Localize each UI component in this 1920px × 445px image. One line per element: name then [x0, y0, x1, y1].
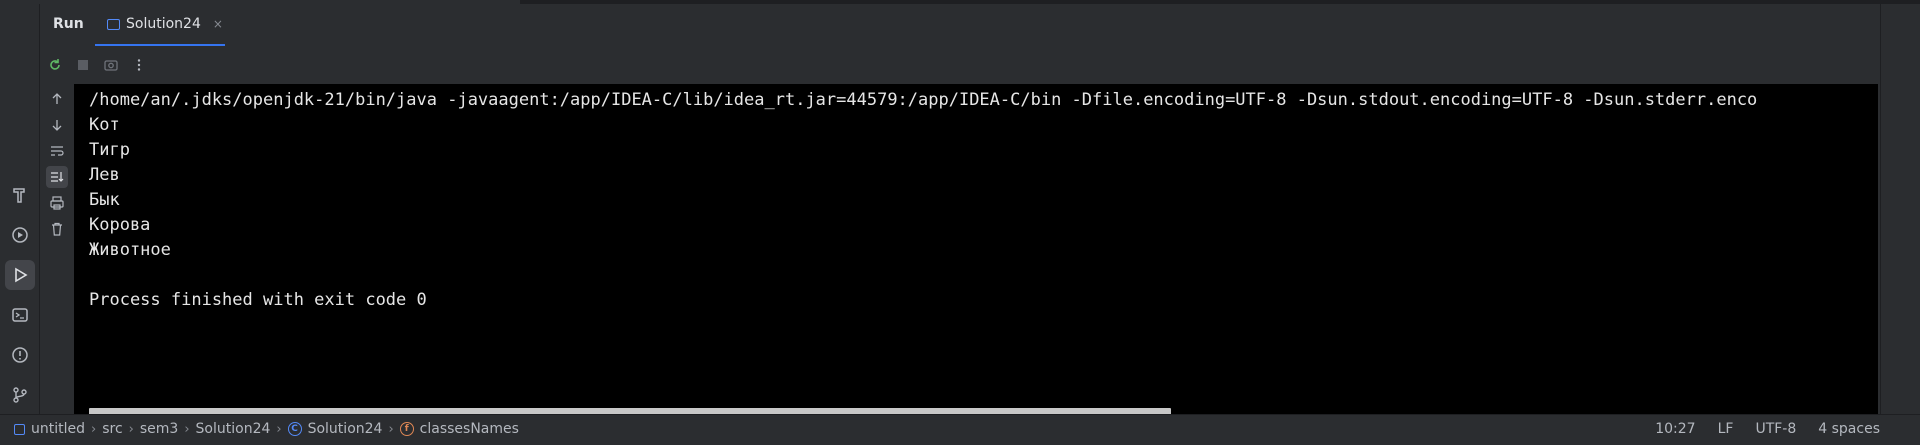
- status-widgets: 10:27 LF UTF-8 4 spaces: [1655, 421, 1880, 437]
- console-line: Животное: [89, 240, 171, 260]
- trash-icon: [52, 222, 62, 236]
- print-button[interactable]: [46, 192, 68, 214]
- breadcrumb-item[interactable]: sem3: [140, 421, 178, 437]
- console-side-actions: [40, 88, 74, 244]
- scroll-to-end-icon: [51, 172, 64, 182]
- services-tool-button[interactable]: [5, 220, 35, 250]
- more-options-icon[interactable]: [130, 56, 148, 74]
- hammer-icon: [13, 188, 25, 203]
- problems-tool-button[interactable]: [5, 340, 35, 370]
- run-header: Run Solution24 ×: [40, 4, 1880, 46]
- application-icon: [107, 18, 120, 30]
- tab-label: Solution24: [126, 16, 201, 32]
- console-line: Кот: [89, 115, 120, 135]
- right-edge-strip: [1880, 4, 1920, 414]
- left-tool-strip: [0, 4, 40, 414]
- print-icon: [50, 196, 64, 210]
- build-tool-button[interactable]: [5, 180, 35, 210]
- arrow-up-icon: [52, 93, 62, 104]
- console-line: Process finished with exit code 0: [89, 290, 427, 310]
- scroll-up-button[interactable]: [46, 88, 68, 110]
- soft-wrap-button[interactable]: [46, 140, 68, 162]
- field-icon: f: [399, 422, 414, 436]
- class-icon: C: [287, 422, 302, 436]
- close-icon[interactable]: ×: [213, 17, 223, 31]
- breadcrumb: untitled › src › sem3 › Solution24 › C S…: [14, 421, 519, 437]
- chevron-right-icon: ›: [184, 421, 190, 437]
- breadcrumb-item[interactable]: classesNames: [420, 421, 519, 437]
- indent-setting[interactable]: 4 spaces: [1818, 421, 1880, 437]
- console-line: Корова: [89, 215, 151, 235]
- arrow-down-icon: [52, 120, 62, 131]
- camera-icon[interactable]: [102, 56, 120, 74]
- terminal-icon: [12, 308, 28, 322]
- rerun-icon[interactable]: [46, 56, 64, 74]
- chevron-right-icon: ›: [91, 421, 97, 437]
- git-branch-icon: [13, 387, 27, 403]
- console-line: /home/an/.jdks/openjdk-21/bin/java -java…: [89, 90, 1758, 110]
- run-icon: [15, 267, 28, 283]
- git-tool-button[interactable]: [5, 380, 35, 410]
- run-panel: Run Solution24 × /home/an/.jdks/openjdk-…: [40, 4, 1880, 418]
- clear-all-button[interactable]: [46, 218, 68, 240]
- run-panel-title: Run: [53, 16, 84, 32]
- file-encoding[interactable]: UTF-8: [1755, 421, 1796, 437]
- problems-icon: [12, 347, 28, 363]
- console-line: Тигр: [89, 140, 130, 160]
- tab-solution24[interactable]: Solution24 ×: [95, 4, 225, 46]
- run-toolbar: [40, 50, 148, 80]
- status-bar: untitled › src › sem3 › Solution24 › C S…: [0, 414, 1920, 445]
- console-line: Бык: [89, 190, 120, 210]
- breadcrumb-item[interactable]: Solution24: [196, 421, 271, 437]
- cursor-position[interactable]: 10:27: [1655, 421, 1695, 437]
- scroll-down-button[interactable]: [46, 114, 68, 136]
- chevron-right-icon: ›: [388, 421, 394, 437]
- services-icon: [12, 227, 28, 243]
- soft-wrap-icon: [51, 146, 64, 156]
- terminal-tool-button[interactable]: [5, 300, 35, 330]
- console-output[interactable]: /home/an/.jdks/openjdk-21/bin/java -java…: [74, 84, 1878, 418]
- breadcrumb-item[interactable]: untitled: [31, 421, 85, 437]
- run-tool-button[interactable]: [5, 260, 35, 290]
- stop-icon[interactable]: [74, 56, 92, 74]
- chevron-right-icon: ›: [276, 421, 282, 437]
- breadcrumb-item[interactable]: src: [102, 421, 122, 437]
- line-separator[interactable]: LF: [1718, 421, 1734, 437]
- console-line: Лев: [89, 165, 120, 185]
- chevron-right-icon: ›: [128, 421, 134, 437]
- module-icon: [14, 423, 25, 435]
- breadcrumb-item[interactable]: Solution24: [308, 421, 383, 437]
- scroll-to-end-button[interactable]: [46, 166, 68, 188]
